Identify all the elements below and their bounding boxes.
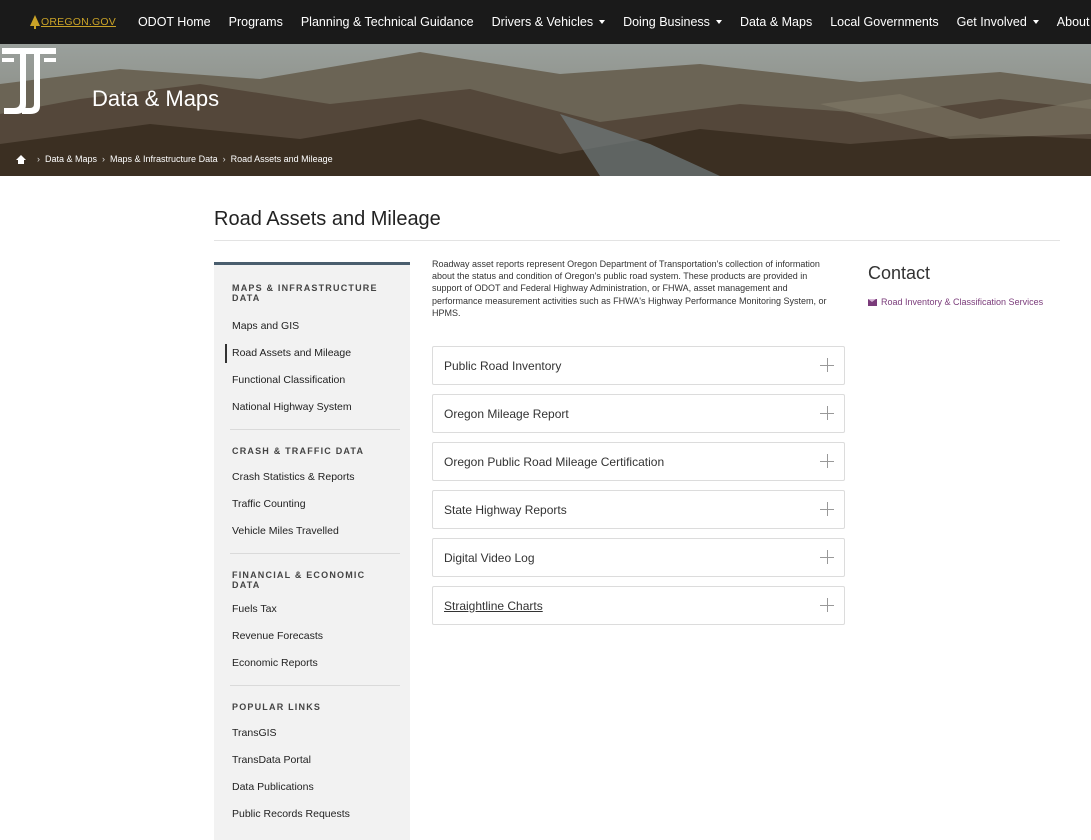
contact-link-text: Road Inventory & Classification Services: [881, 297, 1044, 307]
divider: [214, 240, 1060, 241]
sidebar-item-public-records[interactable]: Public Records Requests: [232, 801, 410, 828]
sidebar-item-economic-reports[interactable]: Economic Reports: [232, 650, 410, 677]
breadcrumb-separator: ›: [37, 154, 40, 164]
contact-link[interactable]: Road Inventory & Classification Services: [868, 296, 1048, 308]
chevron-down-icon: [715, 20, 722, 24]
contact-heading: Contact: [868, 263, 931, 283]
sidebar-item-national-highway-system[interactable]: National Highway System: [232, 394, 410, 421]
oregon-gov-logo-text: OREGON.GOV: [41, 16, 116, 28]
plus-icon[interactable]: [820, 454, 834, 468]
home-icon[interactable]: [16, 154, 26, 164]
nav-item-drivers-vehicles[interactable]: Drivers & Vehicles: [492, 15, 606, 29]
sidebar-section-popular-links: POPULAR LINKS TransGIS TransData Portal …: [214, 686, 410, 828]
sidebar-item-maps-gis[interactable]: Maps and GIS: [232, 313, 410, 340]
hero-banner: Data & Maps › Data & Maps › Maps & Infra…: [0, 44, 1091, 176]
nav-item-planning[interactable]: Planning & Technical Guidance: [301, 15, 474, 29]
sidebar-item-transdata-portal[interactable]: TransData Portal: [232, 747, 410, 774]
accordion-straightline-charts[interactable]: Straightline Charts: [432, 586, 845, 625]
accordion-label: Public Road Inventory: [444, 359, 562, 373]
accordion-label: Straightline Charts: [444, 599, 543, 613]
plus-icon[interactable]: [820, 502, 834, 516]
intro-paragraph: Roadway asset reports represent Oregon D…: [432, 259, 827, 318]
sidebar-item-transgis[interactable]: TransGIS: [232, 720, 410, 747]
sidebar-item-vehicle-miles[interactable]: Vehicle Miles Travelled: [232, 518, 410, 545]
accordion-digital-video-log[interactable]: Digital Video Log: [432, 538, 845, 577]
sidebar-item-fuels-tax[interactable]: Fuels Tax: [232, 596, 410, 623]
sidebar-item-traffic-counting[interactable]: Traffic Counting: [232, 491, 410, 518]
nav-item-local-governments[interactable]: Local Governments: [830, 15, 938, 29]
breadcrumb-separator: ›: [102, 154, 106, 164]
breadcrumb-item-maps-infrastructure[interactable]: Maps & Infrastructure Data: [110, 154, 218, 164]
breadcrumb-item-data-maps[interactable]: Data & Maps: [45, 154, 97, 164]
sidebar-section-heading: POPULAR LINKS: [232, 702, 322, 712]
sidebar-section-heading: CRASH & TRAFFIC DATA: [232, 446, 365, 456]
accordion-label: Oregon Public Road Mileage Certification: [444, 455, 665, 469]
sidebar-item-crash-statistics[interactable]: Crash Statistics & Reports: [232, 464, 410, 491]
sidebar-item-road-assets-mileage[interactable]: Road Assets and Mileage: [225, 340, 410, 367]
main-nav-items: ODOT Home Programs Planning & Technical …: [138, 15, 1091, 29]
plus-icon[interactable]: [820, 358, 834, 372]
oregon-gov-logo[interactable]: OREGON.GOV: [30, 0, 116, 44]
accordion-label: Digital Video Log: [444, 551, 535, 565]
nav-item-programs[interactable]: Programs: [229, 15, 283, 29]
accordion-oregon-mileage-report[interactable]: Oregon Mileage Report: [432, 394, 845, 433]
plus-icon[interactable]: [820, 550, 834, 564]
hero-title: Data & Maps: [92, 86, 220, 111]
sidebar-section-heading: MAPS & INFRASTRUCTURE DATA: [232, 283, 378, 303]
accordion-public-road-inventory[interactable]: Public Road Inventory: [432, 346, 845, 385]
odot-logo-icon: [2, 48, 56, 114]
nav-item-get-involved[interactable]: Get Involved: [957, 15, 1039, 29]
sidebar-nav: MAPS & INFRASTRUCTURE DATA Maps and GIS …: [214, 262, 410, 840]
sidebar-section-maps-infrastructure: MAPS & INFRASTRUCTURE DATA Maps and GIS …: [214, 265, 410, 421]
sidebar-section-heading: FINANCIAL & ECONOMIC DATA: [232, 570, 366, 590]
sidebar-item-functional-classification[interactable]: Functional Classification: [232, 367, 410, 394]
page-title: Road Assets and Mileage: [214, 208, 441, 230]
sidebar-section-crash-traffic: CRASH & TRAFFIC DATA Crash Statistics & …: [214, 430, 410, 545]
nav-item-about-us[interactable]: About Us: [1057, 15, 1091, 29]
breadcrumb-separator: ›: [222, 154, 226, 164]
accordion-mileage-certification[interactable]: Oregon Public Road Mileage Certification: [432, 442, 845, 481]
plus-icon[interactable]: [820, 406, 834, 420]
top-navigation-bar: OREGON.GOV ODOT Home Programs Planning &…: [0, 0, 1091, 44]
nav-item-doing-business[interactable]: Doing Business: [623, 15, 722, 29]
envelope-icon: [868, 299, 877, 306]
accordion-state-highway-reports[interactable]: State Highway Reports: [432, 490, 845, 529]
sidebar-item-data-publications[interactable]: Data Publications: [232, 774, 410, 801]
chevron-down-icon: [1032, 20, 1039, 24]
accordion-label: State Highway Reports: [444, 503, 567, 517]
accordion-label: Oregon Mileage Report: [444, 407, 569, 421]
tree-icon: [30, 15, 40, 29]
nav-item-odot-home[interactable]: ODOT Home: [138, 15, 211, 29]
sidebar-item-revenue-forecasts[interactable]: Revenue Forecasts: [232, 623, 410, 650]
plus-icon[interactable]: [820, 598, 834, 612]
breadcrumb-item-current: Road Assets and Mileage: [230, 154, 333, 164]
nav-item-data-maps[interactable]: Data & Maps: [740, 15, 812, 29]
chevron-down-icon: [599, 20, 606, 24]
breadcrumb: › Data & Maps › Maps & Infrastructure Da…: [16, 154, 333, 164]
sidebar-section-financial-economic: FINANCIAL & ECONOMIC DATA Fuels Tax Reve…: [214, 554, 410, 677]
